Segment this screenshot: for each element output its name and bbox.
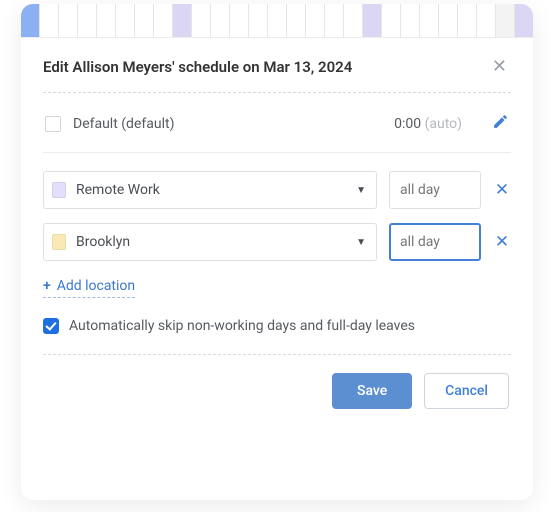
timeline-cell	[78, 4, 97, 37]
timeline-cell	[325, 4, 344, 37]
add-location-button[interactable]: + Add location	[43, 276, 135, 298]
timeline-cell	[97, 4, 116, 37]
add-location-label: Add location	[57, 278, 135, 294]
timeline-cell	[382, 4, 401, 37]
timeline-cell	[477, 4, 496, 37]
timeline-cell	[458, 4, 477, 37]
timeline-cell	[230, 4, 249, 37]
location-row: Brooklyn▼ ✕	[43, 223, 511, 261]
timeline-cell	[21, 4, 40, 37]
timeline-cell	[154, 4, 173, 37]
day-timeline-strip	[21, 4, 533, 38]
timeline-cell	[420, 4, 439, 37]
location-swatch	[52, 182, 66, 198]
divider	[43, 152, 511, 153]
default-time: 0:00 (auto)	[394, 116, 462, 132]
timeline-cell	[116, 4, 135, 37]
timeline-cell	[401, 4, 420, 37]
timeline-cell	[173, 4, 192, 37]
timeline-cell	[135, 4, 154, 37]
chevron-down-icon: ▼	[356, 237, 366, 248]
default-time-value: 0:00	[394, 116, 421, 132]
auto-skip-checkbox[interactable]	[43, 318, 59, 334]
default-time-suffix: (auto)	[425, 116, 462, 132]
close-icon[interactable]: ✕	[488, 56, 511, 78]
timeline-cell	[287, 4, 306, 37]
location-row: Remote Work▼ ✕	[43, 171, 511, 209]
timeline-cell	[363, 4, 382, 37]
timeline-cell	[496, 4, 515, 37]
chevron-down-icon: ▼	[356, 185, 366, 196]
locations-list: Remote Work▼✕Brooklyn▼✕	[43, 171, 511, 261]
auto-skip-label: Automatically skip non-working days and …	[69, 318, 415, 334]
location-select[interactable]: Remote Work▼	[43, 171, 377, 209]
timeline-cell	[192, 4, 211, 37]
timeline-cell	[306, 4, 325, 37]
dialog-titlebar: Edit Allison Meyers' schedule on Mar 13,…	[43, 56, 511, 92]
default-label: Default (default)	[73, 116, 382, 132]
edit-icon[interactable]	[492, 113, 509, 134]
timeline-cell	[59, 4, 78, 37]
plus-icon: +	[43, 278, 51, 294]
timeline-cell	[268, 4, 287, 37]
save-button[interactable]: Save	[332, 373, 412, 409]
auto-skip-row: Automatically skip non-working days and …	[43, 318, 511, 354]
duration-input[interactable]	[389, 223, 481, 261]
remove-location-icon[interactable]: ✕	[493, 180, 511, 200]
default-checkbox[interactable]	[45, 116, 61, 132]
timeline-cell	[40, 4, 59, 37]
edit-schedule-dialog: Edit Allison Meyers' schedule on Mar 13,…	[21, 4, 533, 500]
timeline-cell	[249, 4, 268, 37]
duration-input[interactable]	[389, 171, 481, 209]
dialog-title: Edit Allison Meyers' schedule on Mar 13,…	[43, 58, 352, 76]
cancel-button[interactable]: Cancel	[424, 373, 509, 409]
location-swatch	[52, 234, 66, 250]
location-name: Remote Work	[76, 182, 356, 198]
timeline-cell	[211, 4, 230, 37]
location-select[interactable]: Brooklyn▼	[43, 223, 377, 261]
default-schedule-row: Default (default) 0:00 (auto)	[43, 93, 511, 152]
remove-location-icon[interactable]: ✕	[493, 232, 511, 252]
timeline-cell	[439, 4, 458, 37]
timeline-cell	[515, 4, 533, 37]
dialog-body: Edit Allison Meyers' schedule on Mar 13,…	[21, 38, 533, 409]
location-name: Brooklyn	[76, 234, 356, 250]
dialog-footer: Save Cancel	[43, 355, 511, 409]
timeline-cell	[344, 4, 363, 37]
